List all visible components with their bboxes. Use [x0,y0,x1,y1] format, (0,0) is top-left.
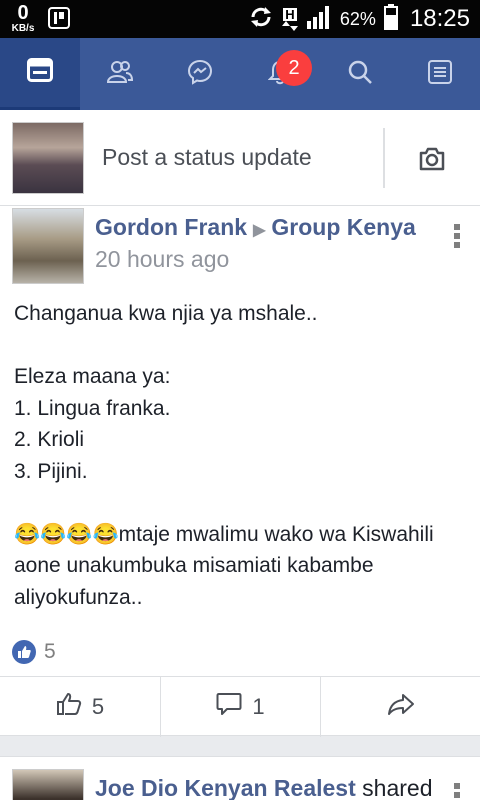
comment-icon [216,692,242,722]
feed-post-next: Joe Dio Kenyan Realest shared [0,756,480,800]
tab-menu[interactable] [400,38,480,110]
signal-icon [306,5,332,34]
network-speed: 0 KB/s [6,3,40,34]
author-name[interactable]: Gordon Frank [95,214,247,240]
status-bar: 0 KB/s H 62% 18:25 [0,0,480,38]
network-type-icon: H [281,6,298,31]
reaction-summary[interactable]: 5 [12,640,56,664]
comment-action-count: 1 [252,694,265,719]
tab-friends[interactable] [80,38,160,110]
messenger-icon [187,59,213,90]
menu-icon [428,59,452,89]
status-update-input[interactable]: Post a status update [102,144,312,171]
triangle-arrow-icon: ▶ [253,222,266,239]
network-type-label: H [283,6,297,22]
post-options-icon[interactable] [454,224,462,251]
user-avatar[interactable] [12,122,84,194]
like-reaction-icon [12,640,36,664]
post-timestamp[interactable]: 20 hours ago [95,246,229,273]
feed-post: Gordon Frank ▶ Group Kenya 20 hours ago Ch… [0,206,480,737]
author-avatar[interactable] [12,208,84,284]
thumbs-up-icon [56,692,82,722]
post-header: Joe Dio Kenyan Realest shared [95,775,432,800]
speed-value: 0 [17,2,29,24]
post-header: Gordon Frank ▶ Group Kenya [95,214,416,241]
news-feed-icon [27,58,53,87]
author-avatar[interactable] [12,769,84,800]
status-composer: Post a status update [0,110,480,206]
sync-icon [248,4,274,35]
notification-badge[interactable]: 2 [276,50,312,86]
post-actions: 5 1 [0,676,480,737]
post-body: Changanua kwa njia ya mshale.. Eleza maa… [14,302,434,609]
clock: 18:25 [409,5,470,32]
share-icon [387,692,415,722]
tab-messenger[interactable] [160,38,240,110]
author-name[interactable]: Joe Dio Kenyan Realest [95,775,356,800]
comment-button[interactable]: 1 [160,677,320,737]
top-navigation [0,38,480,110]
battery-icon [383,3,398,35]
like-count: 5 [44,640,56,663]
like-action-count: 5 [91,694,105,719]
battery-percent: 62% [339,8,376,29]
like-button[interactable]: 5 [0,677,160,737]
search-icon [347,59,373,90]
post-options-icon[interactable] [454,783,462,800]
group-name[interactable]: Group Kenya [271,214,415,240]
tab-search[interactable] [320,38,400,110]
composer-divider [383,128,385,188]
speed-unit: KB/s [11,23,35,34]
camera-icon[interactable] [418,146,446,177]
share-button[interactable] [320,677,480,737]
tab-news-feed[interactable] [0,38,80,110]
app-notification-icon [48,7,70,34]
post-verb: shared [362,775,433,800]
friends-icon [106,60,134,89]
